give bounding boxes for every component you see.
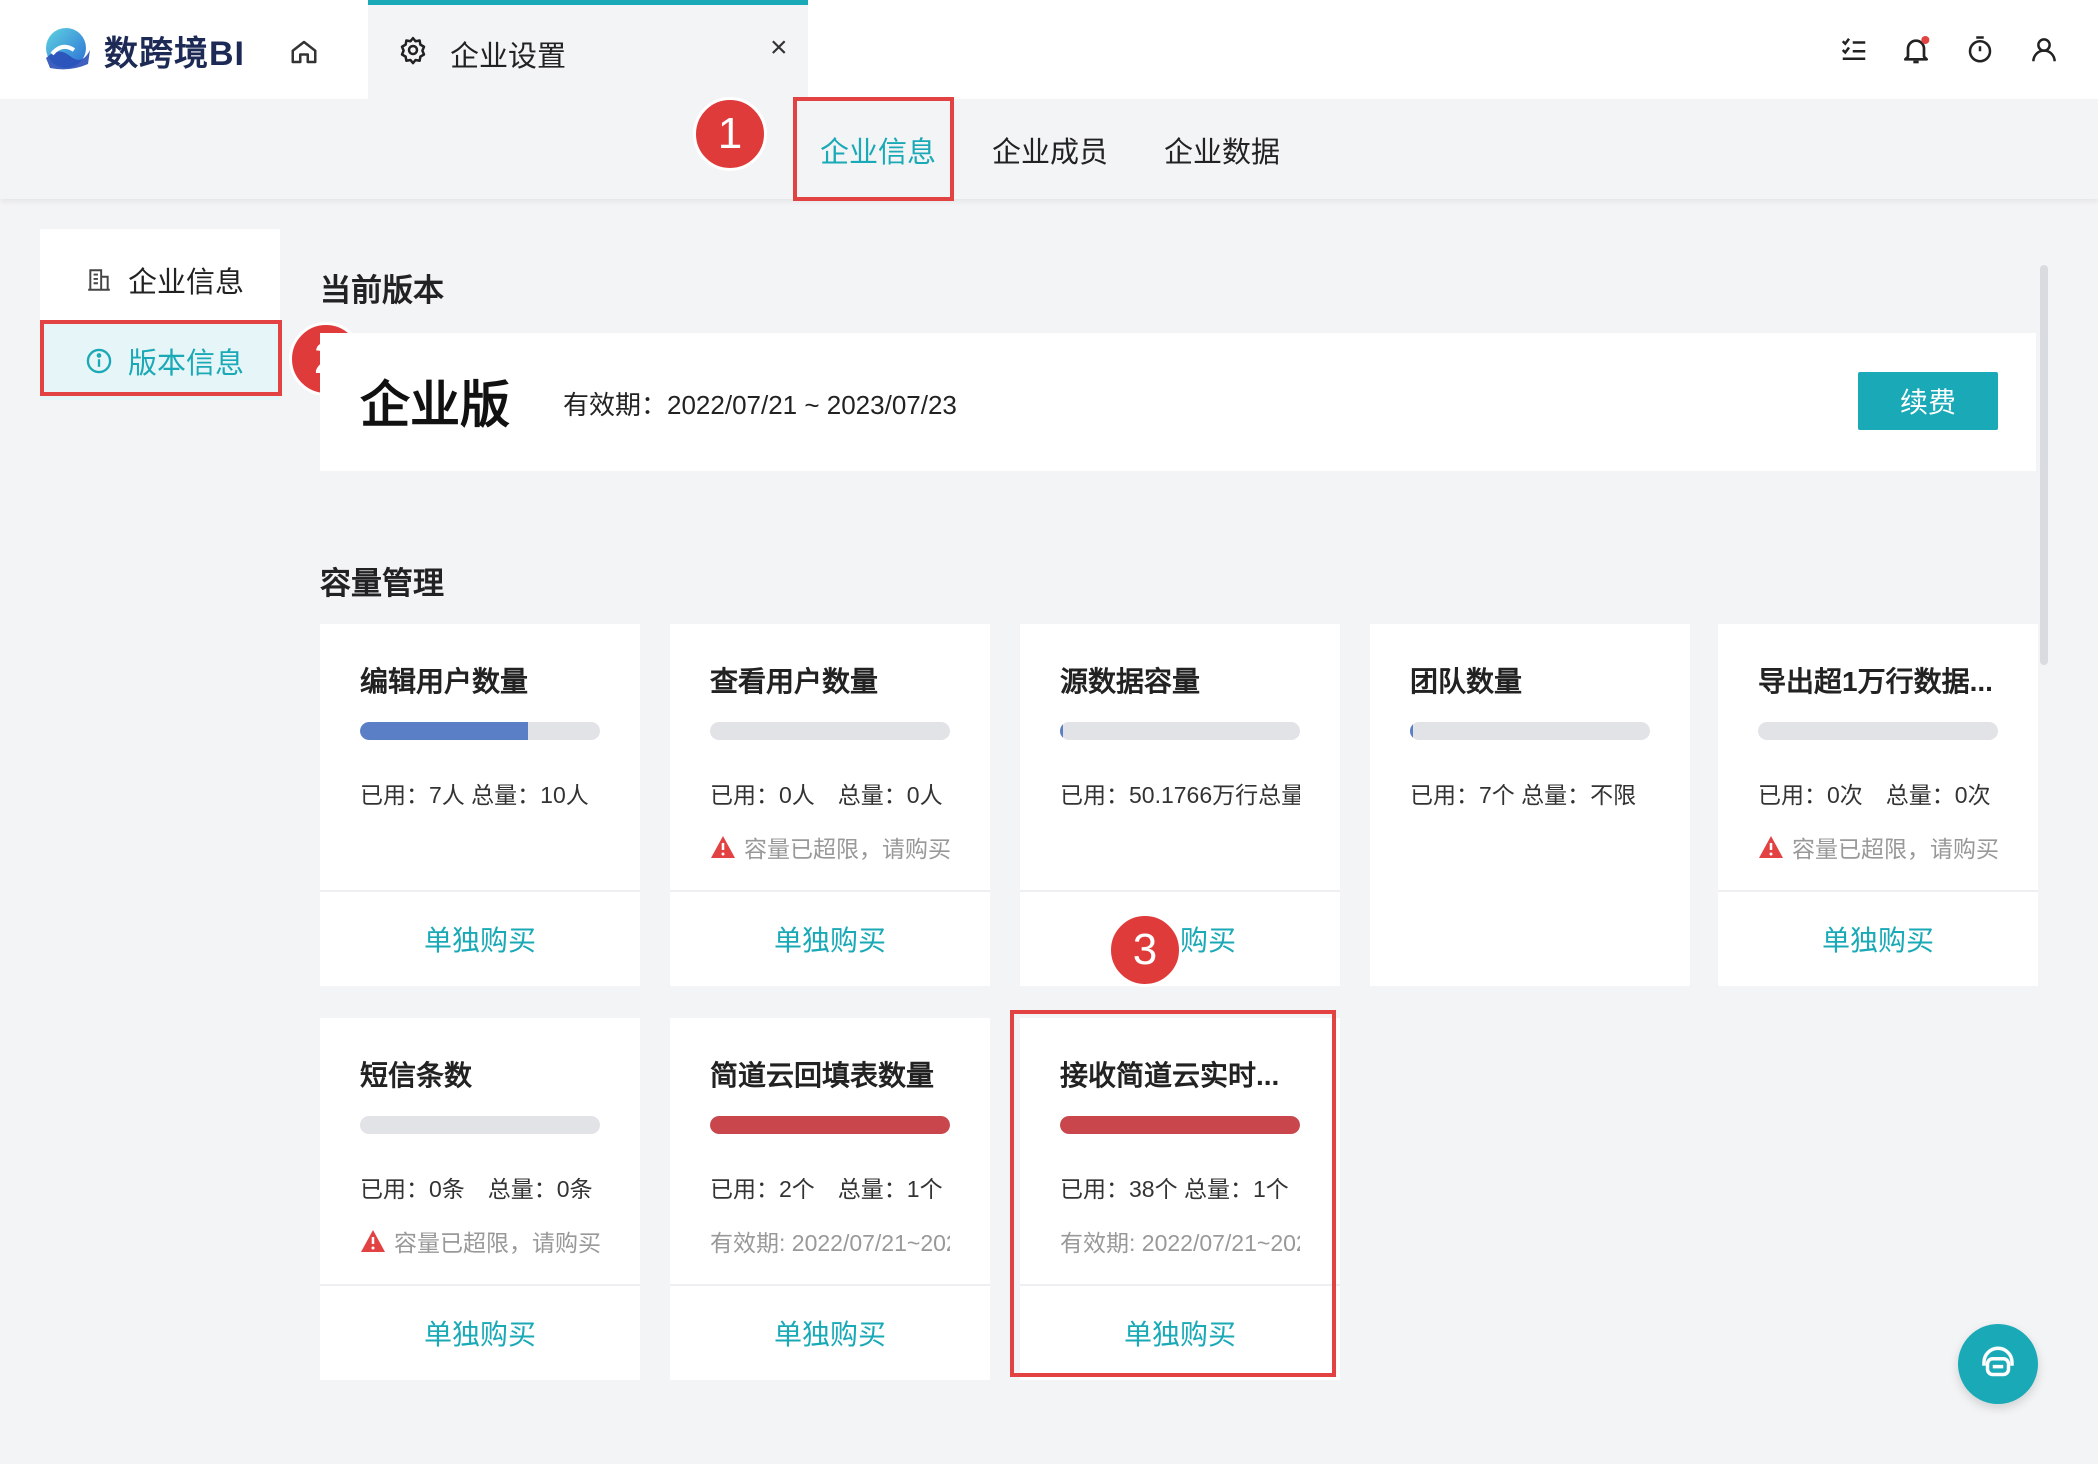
validity-text: 有效期: 2022/07/21~2023/07/23	[710, 1230, 950, 1256]
app-logo[interactable]: 数跨境BI	[40, 22, 245, 78]
subtab-enterprise-members[interactable]: 企业成员	[992, 129, 1108, 171]
usage-progress-bar	[360, 722, 600, 740]
capacity-card-edit-users: 编辑用户数量 已用：7人 总量：10人 单独购买	[320, 624, 640, 986]
capacity-card-source-data: 源数据容量 已用：50.1766万行总量 单独购买	[1020, 624, 1340, 986]
annotation-badge-3: 3	[1108, 913, 1182, 987]
usage-progress-bar	[1060, 722, 1300, 740]
progress-fill	[710, 1116, 950, 1134]
usage-text: 已用：0次 总量：0次	[1758, 782, 1991, 808]
card-title: 编辑用户数量	[360, 666, 529, 697]
building-icon	[84, 265, 114, 295]
buy-separately-button[interactable]: 单独购买	[670, 1286, 990, 1380]
version-validity: 有效期：2022/07/21 ~ 2023/07/23	[563, 390, 957, 420]
capacity-exceeded-warning: 容量已超限，请购买	[1758, 830, 1998, 864]
capacity-exceeded-warning: 容量已超限，请购买	[360, 1224, 600, 1258]
card-title: 简道云回填表数量	[710, 1060, 935, 1091]
usage-text: 已用：7人 总量：10人	[360, 782, 589, 808]
headset-chat-icon	[1982, 1346, 2014, 1377]
progress-fill	[1060, 722, 1063, 740]
home-icon[interactable]	[282, 30, 326, 74]
logo-text: 数跨境BI	[104, 34, 245, 73]
task-list-icon[interactable]	[1834, 30, 1874, 70]
warning-text: 容量已超限，请购买	[394, 1230, 600, 1256]
notification-bell-icon[interactable]	[1896, 30, 1936, 70]
side-menu-item-enterprise-info[interactable]: 企业信息	[40, 241, 280, 319]
card-title: 团队数量	[1410, 666, 1523, 697]
annotation-highlight-2	[40, 320, 282, 396]
usage-progress-bar	[710, 1116, 950, 1134]
usage-text: 已用：0人 总量：0人	[710, 782, 943, 808]
tab-label: 企业设置	[450, 41, 567, 73]
capacity-card-export-rows: 导出超1万行数据... 已用：0次 总量：0次 容量已超限，请购买 单独购买	[1718, 624, 2038, 986]
buy-separately-button[interactable]: 单独购买	[320, 1286, 640, 1380]
buy-separately-button[interactable]: 单独购买	[670, 892, 990, 986]
usage-progress-bar	[360, 1116, 600, 1134]
capacity-card-jdy-backfill-forms: 简道云回填表数量 已用：2个 总量：1个 有效期: 2022/07/21~202…	[670, 1018, 990, 1380]
buy-separately-button[interactable]: 单独购买	[1718, 892, 2038, 986]
card-title: 源数据容量	[1060, 666, 1201, 697]
capacity-card-view-users: 查看用户数量 已用：0人 总量：0人 容量已超限，请购买 单独购买	[670, 624, 990, 986]
subtab-enterprise-data[interactable]: 企业数据	[1164, 129, 1280, 171]
usage-text: 已用：7个 总量：不限	[1410, 782, 1637, 808]
usage-text: 已用：50.1766万行总量	[1060, 782, 1300, 808]
annotation-highlight-1	[793, 97, 954, 201]
usage-progress-bar	[710, 722, 950, 740]
warning-triangle-icon	[711, 836, 735, 858]
card-title: 导出超1万行数据...	[1758, 666, 1993, 697]
capacity-card-teams: 团队数量 已用：7个 总量：不限	[1370, 624, 1690, 986]
capacity-management-title: 容量管理	[320, 566, 444, 601]
capacity-card-sms: 短信条数 已用：0条 总量：0条 容量已超限，请购买 单独购买	[320, 1018, 640, 1380]
card-title: 短信条数	[360, 1060, 473, 1091]
usage-text: 已用：0条 总量：0条	[360, 1176, 593, 1202]
progress-fill	[360, 722, 528, 740]
renew-button[interactable]: 续费	[1858, 372, 1998, 430]
timer-icon[interactable]	[1960, 30, 2000, 70]
current-version-card: 企业版 有效期：2022/07/21 ~ 2023/07/23 续费	[320, 333, 2036, 471]
usage-progress-bar	[1758, 722, 1998, 740]
usage-text: 已用：2个 总量：1个	[710, 1176, 943, 1202]
warning-text: 容量已超限，请购买	[1792, 836, 1998, 862]
buy-separately-button[interactable]: 单独购买	[320, 892, 640, 986]
current-version-title: 当前版本	[320, 273, 444, 308]
customer-service-button[interactable]	[1958, 1324, 2038, 1404]
annotation-badge-1: 1	[693, 97, 767, 171]
close-tab-icon[interactable]: ×	[770, 31, 788, 65]
user-icon[interactable]	[2024, 30, 2064, 70]
tab-enterprise-settings[interactable]: 企业设置 ×	[368, 0, 808, 99]
side-menu-label: 企业信息	[128, 267, 245, 299]
version-name: 企业版	[360, 377, 510, 433]
scrollbar[interactable]	[2040, 265, 2048, 665]
annotation-highlight-3	[1010, 1010, 1336, 1377]
capacity-exceeded-warning: 容量已超限，请购买	[710, 830, 950, 864]
usage-progress-bar	[1410, 722, 1650, 740]
progress-fill	[1410, 722, 1413, 740]
card-title: 查看用户数量	[710, 666, 879, 697]
gear-icon	[400, 36, 426, 65]
warning-triangle-icon	[361, 1230, 385, 1252]
warning-triangle-icon	[1759, 836, 1783, 858]
warning-text: 容量已超限，请购买	[744, 836, 950, 862]
logo-mark-icon	[46, 28, 90, 70]
